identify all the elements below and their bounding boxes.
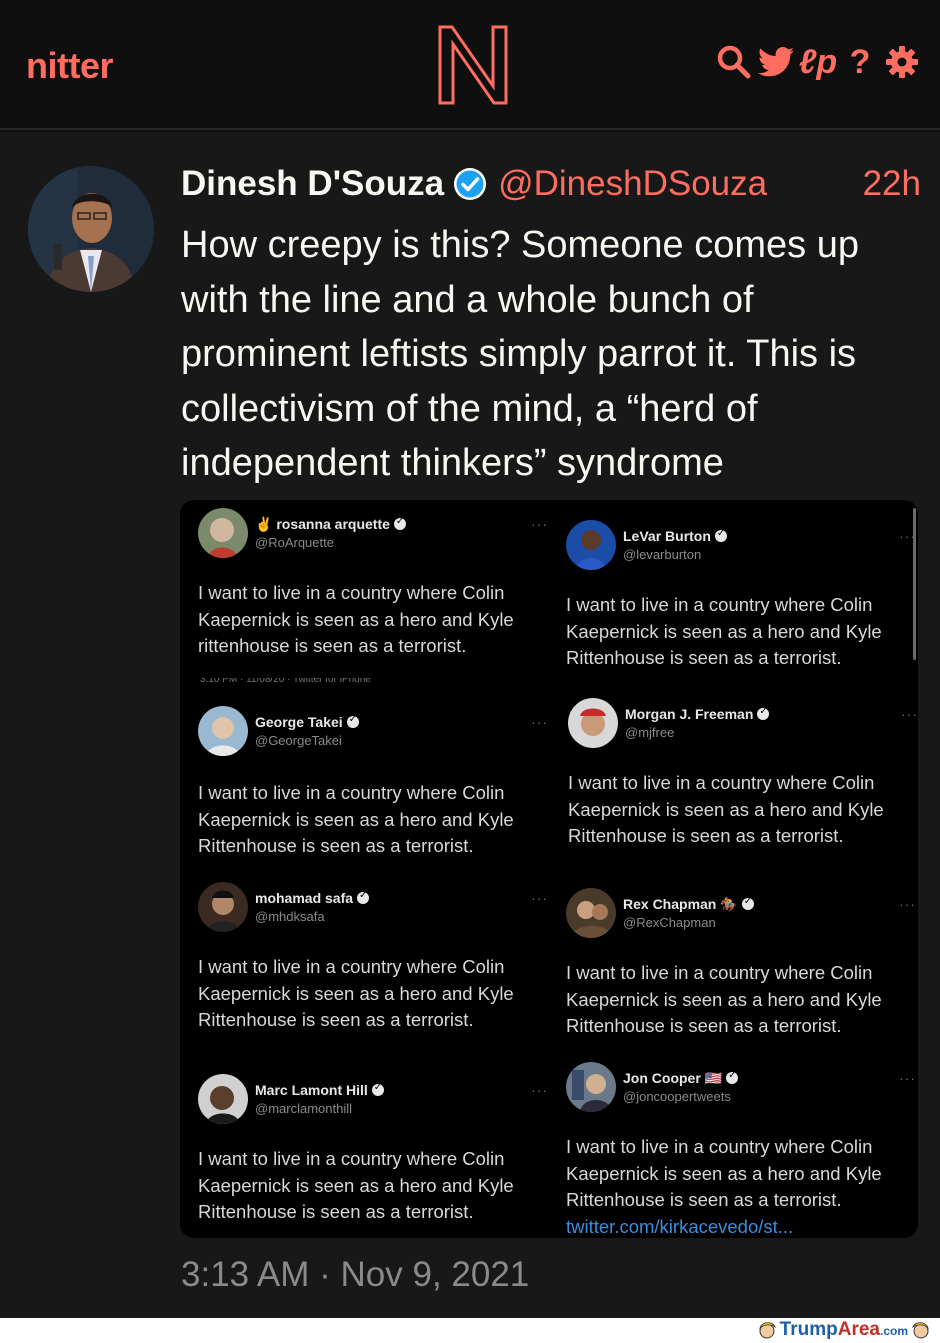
more-icon: ··· [899,528,916,544]
card-text: I want to live in a country where Colin … [198,1148,514,1222]
more-icon: ··· [531,890,548,906]
card-handle: @levarburton [623,547,702,562]
avatar[interactable] [28,166,154,292]
twitter-bird-icon[interactable] [758,42,794,82]
card-text: I want to live in a country where Colin … [568,772,884,846]
card-text: I want to live in a country where Colin … [566,1134,918,1238]
card-avatar [568,698,618,748]
card-handle: @GeorgeTakei [255,733,342,748]
embedded-tweet: Morgan J. Freeman @mjfree ··· I want to … [568,698,918,858]
more-icon: ··· [901,706,918,722]
watermark-logo: TrumpArea.com [758,1319,930,1341]
verified-icon [393,516,406,530]
card-avatar [198,508,248,558]
nitter-logo[interactable] [437,24,509,106]
embedded-tweet: Jon Cooper 🇺🇸 @joncoopertweets ··· I wan… [566,1062,918,1238]
watermark-bar: TrumpArea.com [0,1318,940,1343]
nav-icons: ℓp ? [716,42,920,82]
embedded-tweet: mohamad safa @mhdksafa ··· I want to liv… [198,882,558,1042]
verified-icon [726,1070,739,1084]
card-avatar [198,1074,248,1124]
card-avatar [566,1062,616,1112]
card-text: I want to live in a country where Colin … [566,594,882,668]
verified-icon [714,528,727,542]
lp-icon[interactable]: ℓp [799,42,837,82]
card-avatar [566,520,616,570]
verified-icon [357,890,370,904]
trump-face-icon [758,1322,776,1339]
username[interactable]: @DineshDSouza [498,164,767,204]
card-name: Morgan J. Freeman [625,706,754,722]
card-name: George Takei [255,714,343,730]
verified-icon [757,706,770,720]
card-handle: @marclamonthill [255,1101,352,1116]
avatar-image [28,166,154,292]
verified-icon [346,714,359,728]
embedded-tweet: LeVar Burton @levarburton ··· I want to … [566,520,918,680]
tweet-text: How creepy is this? Someone comes up wit… [181,224,859,484]
card-name: Marc Lamont Hill [255,1082,368,1098]
card-avatar [566,888,616,938]
attachment-image[interactable]: ✌️ rosanna arquette @RoArquette ··· I wa… [180,500,918,1238]
card-handle: @RoArquette [255,535,334,550]
more-icon: ··· [531,714,548,730]
card-handle: @joncoopertweets [623,1089,731,1104]
card-name: Rex Chapman 🏇 [623,896,738,912]
help-icon[interactable]: ? [842,42,878,82]
embedded-tweet: Marc Lamont Hill @marclamonthill ··· I w… [198,1074,558,1234]
search-icon[interactable] [716,42,752,82]
tweet-age[interactable]: 22h [863,164,921,204]
more-icon: ··· [899,896,916,912]
more-icon: ··· [531,1082,548,1098]
tweet-timestamp[interactable]: 3:13 AM · Nov 9, 2021 [181,1255,529,1295]
trump-face-icon [912,1322,929,1339]
watermark-text: TrumpArea.com [779,1319,908,1340]
card-meta-cut: 3:10 PM · 11/08/20 · Twitter for iPhone [200,678,371,684]
card-name: LeVar Burton [623,528,711,544]
card-name: ✌️ rosanna arquette [255,516,390,532]
card-handle: @mhdksafa [255,909,325,924]
settings-icon[interactable] [884,42,920,82]
card-name: mohamad safa [255,890,354,906]
fullname[interactable]: Dinesh D'Souza [181,164,444,204]
navbar: nitter ℓp ? [0,0,940,130]
embedded-tweet: Rex Chapman 🏇 @RexChapman ··· I want to … [566,888,918,1048]
brand-link[interactable]: nitter [26,45,114,87]
embedded-tweet: George Takei @GeorgeTakei ··· I want to … [198,706,558,866]
card-link[interactable]: twitter.com/kirkacevedo/st... [566,1216,793,1237]
tweet-header: Dinesh D'Souza @DineshDSouza 22h [181,162,921,206]
tweet: Dinesh D'Souza @DineshDSouza 22h How cre… [0,132,940,1318]
embedded-tweet: ✌️ rosanna arquette @RoArquette ··· I wa… [198,508,558,688]
more-icon: ··· [899,1070,916,1086]
card-text-body: I want to live in a country where Colin … [566,1136,882,1210]
card-text: I want to live in a country where Colin … [198,582,514,656]
card-name: Jon Cooper 🇺🇸 [623,1070,723,1086]
card-text: I want to live in a country where Colin … [198,782,514,856]
verified-icon [741,896,754,910]
card-text: I want to live in a country where Colin … [566,962,882,1036]
card-handle: @mjfree [625,725,675,740]
card-avatar [198,706,248,756]
verified-icon [454,168,487,200]
card-text: I want to live in a country where Colin … [198,956,514,1030]
verified-icon [371,1082,384,1096]
more-icon: ··· [531,516,548,532]
card-handle: @RexChapman [623,915,716,930]
card-avatar [198,882,248,932]
